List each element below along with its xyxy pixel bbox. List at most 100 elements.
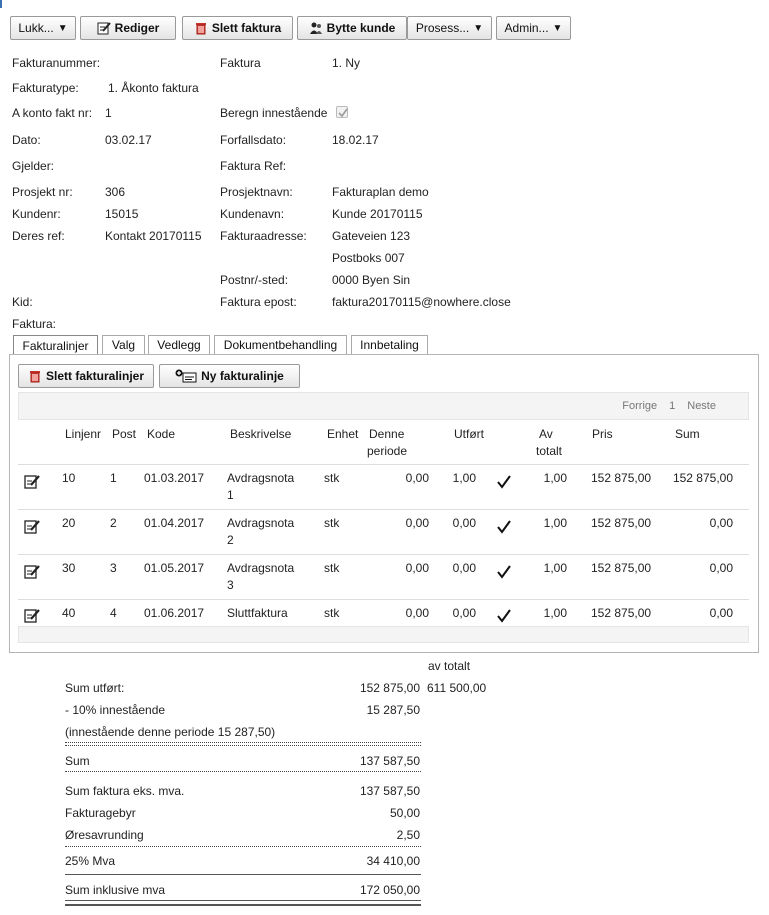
row-av-totalt: 1,00: [543, 561, 567, 575]
row-utfort: 1,00: [452, 471, 476, 485]
project-name-label: Prosjektnavn:: [220, 185, 293, 199]
account-no-value: 1: [105, 106, 112, 120]
row-kode: 01.04.2017: [144, 516, 205, 530]
project-no-label: Prosjekt nr:: [12, 185, 73, 199]
pager-page-number: 1: [669, 400, 676, 412]
rounding-value: 2,50: [396, 828, 420, 842]
edit-button[interactable]: Rediger: [80, 16, 176, 40]
row-sum: 0,00: [709, 561, 733, 575]
address-label: Fakturaadresse:: [220, 229, 307, 243]
invoice-type-label: Fakturatype:: [12, 81, 79, 95]
col-denne-periode-2: periode: [367, 444, 408, 458]
row-beskrivelse: Avdragsnota: [227, 516, 295, 530]
col-pris: Pris: [592, 427, 613, 441]
checkmark-icon: [497, 475, 511, 489]
row-kode: 01.05.2017: [144, 561, 205, 575]
new-line-button[interactable]: Ny fakturalinje: [159, 364, 300, 388]
row-post: 4: [110, 606, 117, 620]
row-pris: 152 875,00: [591, 471, 652, 485]
retention-value: 15 287,50: [366, 703, 420, 717]
customer-name-label: Kundenavn:: [220, 207, 285, 221]
window-edge-mark: [0, 0, 2, 8]
close-menu-button[interactable]: Lukk... ▼: [10, 16, 76, 40]
customer-no-label: Kundenr:: [12, 207, 61, 221]
retention-label: - 10% innestående: [65, 703, 166, 717]
row-av-totalt: 1,00: [543, 471, 567, 485]
tab-fakturalinjer[interactable]: Fakturalinjer: [13, 335, 98, 355]
invoice-email-label: Faktura epost:: [220, 295, 297, 309]
postal-value: 0000 Byen Sin: [332, 273, 411, 287]
row-pris: 152 875,00: [591, 561, 652, 575]
checkmark-icon: [497, 565, 511, 579]
dropdown-arrow-icon: ▼: [57, 22, 68, 34]
pager-next-link[interactable]: Neste: [687, 400, 716, 412]
sum-utfort-value: 152 875,00: [359, 681, 420, 695]
fee-value: 50,00: [389, 806, 420, 820]
divider: [65, 771, 421, 772]
row-kode: 01.03.2017: [144, 471, 205, 485]
col-av-totalt-2: totalt: [536, 444, 563, 458]
tab-innbetaling[interactable]: Innbetaling: [351, 335, 428, 354]
header-divider: [18, 464, 749, 465]
col-av-totalt-1: Av: [539, 427, 553, 441]
row-pris: 152 875,00: [591, 516, 652, 530]
invoice-number-label: Fakturanummer:: [12, 56, 101, 70]
row-utfort: 0,00: [452, 516, 476, 530]
edit-line-icon[interactable]: [24, 473, 40, 489]
row-linjenr: 30: [62, 561, 76, 575]
sum-label: Sum: [65, 754, 90, 768]
edit-line-icon[interactable]: [24, 607, 40, 623]
row-enhet: stk: [324, 561, 340, 575]
delete-lines-button[interactable]: Slett fakturalinjer: [18, 364, 154, 388]
sum-ex-vat-value: 137 587,50: [359, 784, 420, 798]
row-denne-periode: 0,00: [405, 516, 429, 530]
total-label: Sum inklusive mva: [65, 883, 166, 897]
delete-lines-label: Slett fakturalinjer: [45, 369, 145, 383]
due-date-label: Forfallsdato:: [220, 133, 287, 147]
change-customer-button[interactable]: Bytte kunde: [297, 16, 407, 40]
edit-label: Rediger: [114, 21, 160, 35]
tab-dokumentbehandling[interactable]: Dokumentbehandling: [214, 335, 347, 354]
row-linjenr: 20: [62, 516, 76, 530]
row-beskrivelse: Avdragsnota: [227, 471, 295, 485]
invoice-label: Faktura: [220, 56, 261, 70]
kid-label: Kid:: [12, 295, 33, 309]
invoice-status: 1. Ny: [332, 56, 361, 70]
pager-prev-link[interactable]: Forrige: [622, 400, 657, 412]
pager: Forrige 1 Neste: [18, 392, 749, 420]
row-beskrivelse: Avdragsnota: [227, 561, 295, 575]
edit-line-icon[interactable]: [24, 518, 40, 534]
row-post: 2: [110, 516, 117, 530]
delete-invoice-button[interactable]: Slett faktura: [182, 16, 293, 40]
tab-vedlegg[interactable]: Vedlegg: [148, 335, 210, 354]
customer-name-value: Kunde 20170115: [332, 207, 423, 221]
row-pris: 152 875,00: [591, 606, 652, 620]
dropdown-arrow-icon: ▼: [552, 22, 563, 34]
tab-valg[interactable]: Valg: [102, 335, 145, 354]
account-no-label: A konto fakt nr:: [12, 106, 93, 120]
calc-retention-checkbox[interactable]: [336, 106, 348, 118]
row-denne-periode: 0,00: [405, 471, 429, 485]
col-kode: Kode: [147, 427, 176, 441]
vat-value: 34 410,00: [366, 854, 420, 868]
row-divider: [18, 554, 749, 555]
sum-utfort-label: Sum utført:: [65, 681, 125, 695]
admin-menu-label: Admin...: [504, 21, 549, 35]
row-post: 1: [110, 471, 117, 485]
process-menu-button[interactable]: Prosess... ▼: [407, 16, 492, 40]
col-utfort: Utført: [454, 427, 484, 441]
row-kode: 01.06.2017: [144, 606, 205, 620]
admin-menu-button[interactable]: Admin... ▼: [496, 16, 571, 40]
row-beskrivelse-2: 2: [227, 533, 234, 547]
divider-double: [65, 742, 421, 743]
col-post: Post: [112, 427, 137, 441]
project-name-value: Fakturaplan demo: [332, 185, 429, 199]
total-underline: [65, 900, 421, 901]
invoice-type-value: 1. Åkonto faktura: [108, 81, 199, 95]
date-value: 03.02.17: [105, 133, 152, 147]
divider-double: [65, 745, 421, 746]
edit-line-icon[interactable]: [24, 563, 40, 579]
total-value: 172 050,00: [359, 883, 420, 897]
address-line1: Gateveien 123: [332, 229, 411, 243]
add-line-icon: [175, 369, 197, 383]
